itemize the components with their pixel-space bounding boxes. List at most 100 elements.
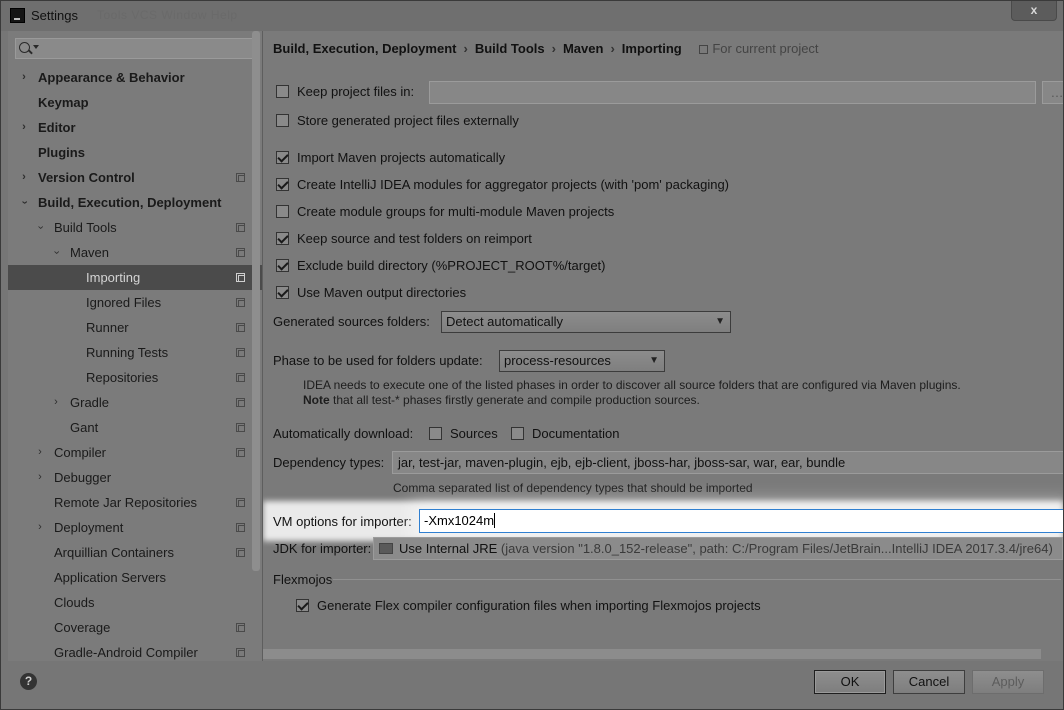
jdk-select[interactable]: Use Internal JRE (java version "1.8.0_15… <box>373 537 1063 560</box>
import-auto-label[interactable]: Import Maven projects automatically <box>297 150 505 165</box>
sidebar-item-label: Maven <box>70 245 110 260</box>
ok-button[interactable]: OK <box>814 670 886 694</box>
flexmojos-generate-checkbox[interactable] <box>296 599 309 612</box>
search-dropdown-icon[interactable] <box>33 45 39 49</box>
apply-button[interactable]: Apply <box>972 670 1044 694</box>
sidebar-item-build-tools[interactable]: › Build Tools <box>8 215 262 240</box>
chevron-right-icon[interactable]: › <box>35 515 45 540</box>
chevron-down-icon[interactable]: › <box>44 248 69 258</box>
store-external-label[interactable]: Store generated project files externally <box>297 113 519 128</box>
sidebar-item-arquillian-containers[interactable]: Arquillian Containers <box>8 540 262 565</box>
sidebar-item-clouds[interactable]: Clouds <box>8 590 262 615</box>
browse-path-button[interactable]: … <box>1042 81 1063 104</box>
download-docs-label[interactable]: Documentation <box>532 426 619 441</box>
download-sources-label[interactable]: Sources <box>450 426 498 441</box>
sidebar-item-remote-jar-repositories[interactable]: Remote Jar Repositories <box>8 490 262 515</box>
module-groups-checkbox[interactable] <box>276 205 289 218</box>
close-button[interactable]: x <box>1011 1 1057 21</box>
project-scope-icon <box>236 548 245 557</box>
phase-hint-line1: IDEA needs to execute one of the listed … <box>303 378 961 392</box>
phase-select[interactable]: process-resources ▼ <box>499 350 665 372</box>
flexmojos-generate-label[interactable]: Generate Flex compiler configuration fil… <box>317 598 761 613</box>
cancel-button[interactable]: Cancel <box>893 670 965 694</box>
output-dirs-label[interactable]: Use Maven output directories <box>297 285 466 300</box>
download-docs-checkbox[interactable] <box>511 427 524 440</box>
chevron-right-icon[interactable]: › <box>35 440 45 465</box>
create-modules-checkbox[interactable] <box>276 178 289 191</box>
sidebar-item-keymap[interactable]: Keymap <box>8 90 262 115</box>
breadcrumb-separator: › <box>463 41 468 56</box>
chevron-right-icon[interactable]: › <box>35 465 45 490</box>
chevron-right-icon[interactable]: › <box>19 115 29 140</box>
sidebar-item-application-servers[interactable]: Application Servers <box>8 565 262 590</box>
search-box[interactable] <box>15 38 255 59</box>
sidebar-item-gradle-android-compiler[interactable]: Gradle-Android Compiler <box>8 640 262 661</box>
sidebar-item-label: Gant <box>70 420 99 435</box>
sidebar-item-compiler[interactable]: › Compiler <box>8 440 262 465</box>
sidebar-item-label: Arquillian Containers <box>54 545 174 560</box>
breadcrumb-item[interactable]: Build Tools <box>475 41 545 56</box>
output-dirs-checkbox[interactable] <box>276 286 289 299</box>
sidebar-item-label: Deployment <box>54 520 124 535</box>
sidebar-item-repositories[interactable]: Repositories <box>8 365 262 390</box>
chevron-down-icon[interactable]: › <box>28 223 53 233</box>
sidebar-item-running-tests[interactable]: Running Tests <box>8 340 262 365</box>
create-modules-label[interactable]: Create IntelliJ IDEA modules for aggrega… <box>297 177 729 192</box>
sidebar-item-label: Keymap <box>38 95 89 110</box>
store-external-row: Store generated project files externally <box>276 113 519 128</box>
keep-project-files-checkbox[interactable] <box>276 85 289 98</box>
project-scope-icon <box>236 448 245 457</box>
chevron-down-icon: ▼ <box>649 355 659 366</box>
sidebar-item-gradle[interactable]: › Gradle <box>8 390 262 415</box>
settings-sidebar: › Appearance & Behavior Keymap › Editor Plugi… <box>8 31 262 661</box>
breadcrumb-item[interactable]: Build, Execution, Deployment <box>273 41 456 56</box>
sidebar-item-ignored-files[interactable]: Ignored Files <box>8 290 262 315</box>
sidebar-item-appearance-behavior[interactable]: › Appearance & Behavior <box>8 65 262 90</box>
sidebar-item-label: Importing <box>86 270 141 285</box>
help-icon[interactable]: ? <box>20 673 37 690</box>
content-horizontal-scrollbar[interactable] <box>263 649 1041 659</box>
sidebar-item-version-control[interactable]: › Version Control <box>8 165 262 190</box>
project-scope-icon <box>236 423 245 432</box>
output-dirs-row: Use Maven output directories <box>276 285 466 300</box>
sidebar-item-editor[interactable]: › Editor <box>8 115 262 140</box>
sidebar-item-label: Plugins <box>38 145 85 160</box>
chevron-right-icon[interactable]: › <box>19 65 29 90</box>
dependency-types-label: Dependency types: <box>273 455 385 470</box>
sidebar-item-deployment[interactable]: › Deployment <box>8 515 262 540</box>
download-docs-row: Documentation <box>511 426 619 441</box>
exclude-build-checkbox[interactable] <box>276 259 289 272</box>
module-groups-label[interactable]: Create module groups for multi-module Ma… <box>297 204 614 219</box>
sidebar-item-runner[interactable]: Runner <box>8 315 262 340</box>
sidebar-item-importing[interactable]: Importing <box>8 265 262 290</box>
dependency-types-input[interactable]: jar, test-jar, maven-plugin, ejb, ejb-cl… <box>392 451 1063 474</box>
chevron-down-icon[interactable]: › <box>12 198 37 208</box>
sidebar-item-debugger[interactable]: › Debugger <box>8 465 262 490</box>
exclude-build-label[interactable]: Exclude build directory (%PROJECT_ROOT%/… <box>297 258 605 273</box>
keep-source-checkbox[interactable] <box>276 232 289 245</box>
search-input[interactable] <box>40 40 250 57</box>
sidebar-item-plugins[interactable]: Plugins <box>8 140 262 165</box>
project-files-path-field[interactable] <box>429 81 1036 104</box>
sidebar-item-maven[interactable]: › Maven <box>8 240 262 265</box>
title-bar: Settings Tools VCS Window Help x <box>1 1 1063 31</box>
sidebar-item-label: Appearance & Behavior <box>38 70 185 85</box>
project-scope-note: For current project <box>699 41 819 56</box>
generated-sources-select[interactable]: Detect automatically ▼ <box>441 311 731 333</box>
sidebar-item-coverage[interactable]: Coverage <box>8 615 262 640</box>
store-external-checkbox[interactable] <box>276 114 289 127</box>
sidebar-scrollbar[interactable] <box>252 31 260 571</box>
import-auto-row: Import Maven projects automatically <box>276 150 505 165</box>
import-auto-checkbox[interactable] <box>276 151 289 164</box>
phase-hint-line2: Note that all test-* phases firstly gene… <box>303 393 700 407</box>
chevron-right-icon[interactable]: › <box>19 165 29 190</box>
sidebar-item-build-execution-deployment[interactable]: › Build, Execution, Deployment <box>8 190 262 215</box>
sidebar-item-gant[interactable]: Gant <box>8 415 262 440</box>
download-sources-checkbox[interactable] <box>429 427 442 440</box>
keep-project-files-label[interactable]: Keep project files in: <box>297 84 414 99</box>
vm-options-input[interactable]: -Xmx1024m <box>419 509 1063 533</box>
chevron-right-icon[interactable]: › <box>51 390 61 415</box>
keep-source-label[interactable]: Keep source and test folders on reimport <box>297 231 532 246</box>
background-menu-text: Tools VCS Window Help <box>97 8 238 22</box>
breadcrumb-item[interactable]: Maven <box>563 41 603 56</box>
